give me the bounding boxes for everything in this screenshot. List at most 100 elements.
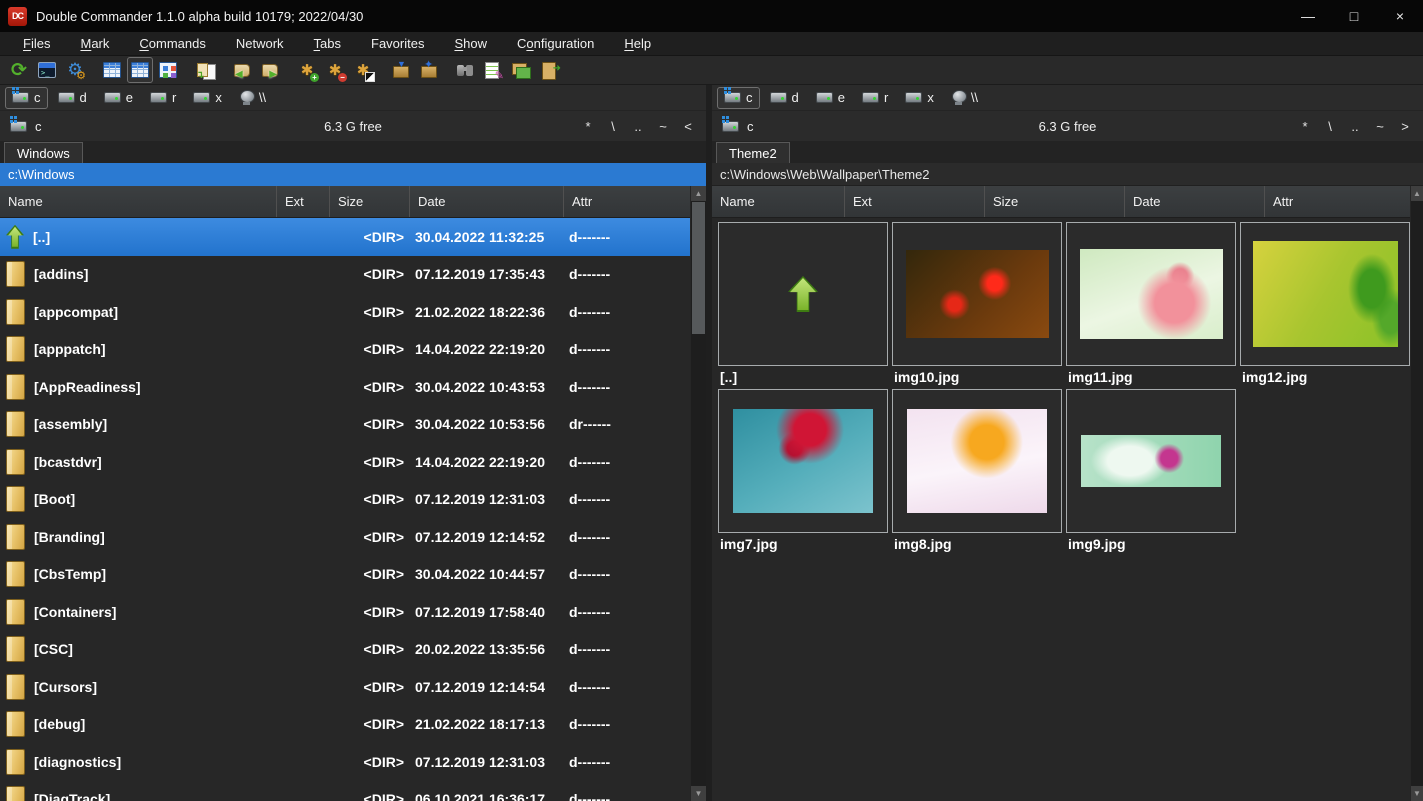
scrollbar-thumb[interactable] [692, 202, 705, 334]
toolbar-columns-view-button[interactable] [127, 57, 153, 83]
left-drive-d-button[interactable]: d [51, 87, 94, 109]
toolbar-multi-rename-button[interactable] [480, 57, 506, 83]
right-current-drive[interactable]: c [722, 119, 754, 134]
toolbar-search-button[interactable] [452, 57, 478, 83]
column-header-attr[interactable]: Attr [1265, 186, 1410, 217]
nav-swap-button[interactable]: < [682, 119, 694, 134]
toolbar-flat-view-button[interactable] [192, 57, 218, 83]
image-tile[interactable] [892, 222, 1062, 366]
toolbar-terminal-button[interactable] [34, 57, 60, 83]
menu-item-help[interactable]: Help [609, 32, 666, 55]
toolbar-pack-button[interactable] [387, 57, 413, 83]
file-row[interactable]: [apppatch]<DIR>14.04.2022 22:19:20d-----… [0, 331, 690, 369]
file-row[interactable]: [bcastdvr]<DIR>14.04.2022 22:19:20d-----… [0, 443, 690, 481]
toolbar-thumbnails-view-button[interactable] [155, 57, 181, 83]
menu-item-mark[interactable]: Mark [65, 32, 124, 55]
scroll-down-icon[interactable]: ▼ [691, 786, 706, 801]
nav-home-button[interactable]: ~ [1374, 119, 1386, 134]
image-tile[interactable] [718, 389, 888, 533]
scroll-down-icon[interactable]: ▼ [1411, 786, 1423, 801]
file-row[interactable]: [diagnostics]<DIR>07.12.2019 12:31:03d--… [0, 743, 690, 781]
file-row[interactable]: [CSC]<DIR>20.02.2022 13:35:56d------- [0, 631, 690, 669]
right-pathbar[interactable]: c:\Windows\Web\Wallpaper\Theme2 [712, 163, 1423, 186]
toolbar-refresh-button[interactable] [6, 57, 32, 83]
right-drive-e-button[interactable]: e [809, 87, 852, 109]
maximize-button[interactable]: □ [1331, 0, 1377, 32]
file-row[interactable]: [debug]<DIR>21.02.2022 18:17:13d------- [0, 706, 690, 744]
column-header-size[interactable]: Size [985, 186, 1125, 217]
file-row[interactable]: [Containers]<DIR>07.12.2019 17:58:40d---… [0, 593, 690, 631]
column-header-ext[interactable]: Ext [277, 186, 330, 217]
left-current-drive[interactable]: c [10, 119, 42, 134]
nav-swap-button[interactable]: > [1399, 119, 1411, 134]
nav-parent-button[interactable]: .. [632, 119, 644, 134]
menu-item-commands[interactable]: Commands [124, 32, 220, 55]
menu-item-network[interactable]: Network [221, 32, 299, 55]
left-tab[interactable]: Windows [4, 142, 83, 163]
left-drive-r-button[interactable]: r [143, 87, 183, 109]
left-pathbar[interactable]: c:\Windows [0, 163, 706, 186]
toolbar-invert-selection-button[interactable] [350, 57, 376, 83]
file-row[interactable]: [Boot]<DIR>07.12.2019 12:31:03d------- [0, 481, 690, 519]
toolbar-compare-button[interactable] [536, 57, 562, 83]
nav-root-button[interactable]: * [582, 119, 594, 134]
image-tile[interactable] [892, 389, 1062, 533]
right-drive-network-button[interactable]: \\ [944, 87, 985, 109]
toolbar-brief-view-button[interactable] [99, 57, 125, 83]
file-row[interactable]: [assembly]<DIR>30.04.2022 10:53:56dr----… [0, 406, 690, 444]
file-row[interactable]: [DiagTrack]<DIR>06.10.2021 16:36:17d----… [0, 781, 690, 801]
nav-root-button[interactable]: * [1299, 119, 1311, 134]
image-tile[interactable] [1240, 222, 1410, 366]
column-header-name[interactable]: Name [0, 186, 277, 217]
image-tile[interactable] [1066, 389, 1236, 533]
file-row[interactable]: [CbsTemp]<DIR>30.04.2022 10:44:57d------… [0, 556, 690, 594]
image-tile[interactable] [1066, 222, 1236, 366]
toolbar-history-back-button[interactable] [229, 57, 255, 83]
left-scrollbar[interactable]: ▲ ▼ [690, 186, 706, 801]
menu-item-tabs[interactable]: Tabs [299, 32, 356, 55]
close-button[interactable]: × [1377, 0, 1423, 32]
file-row[interactable]: [Branding]<DIR>07.12.2019 12:14:52d-----… [0, 518, 690, 556]
up-directory-tile[interactable] [718, 222, 888, 366]
menu-item-configuration[interactable]: Configuration [502, 32, 609, 55]
nav-parent-button[interactable]: .. [1349, 119, 1361, 134]
column-header-ext[interactable]: Ext [845, 186, 985, 217]
toolbar-history-forward-button[interactable] [257, 57, 283, 83]
column-header-attr[interactable]: Attr [564, 186, 690, 217]
right-drive-x-button[interactable]: x [898, 87, 941, 109]
file-row[interactable]: [addins]<DIR>07.12.2019 17:35:43d------- [0, 256, 690, 294]
menu-item-favorites[interactable]: Favorites [356, 32, 439, 55]
toolbar-options-button[interactable] [62, 57, 88, 83]
file-row[interactable]: [Cursors]<DIR>07.12.2019 12:14:54d------… [0, 668, 690, 706]
left-drive-e-button[interactable]: e [97, 87, 140, 109]
nav-backslash-button[interactable]: \ [1324, 119, 1336, 134]
right-drive-d-button[interactable]: d [763, 87, 806, 109]
left-drive-network-button[interactable]: \\ [232, 87, 273, 109]
left-drive-x-button[interactable]: x [186, 87, 229, 109]
right-tab[interactable]: Theme2 [716, 142, 790, 163]
column-header-size[interactable]: Size [330, 186, 410, 217]
file-row[interactable]: [..]<DIR>30.04.2022 11:32:25d------- [0, 218, 690, 256]
file-row[interactable]: [AppReadiness]<DIR>30.04.2022 10:43:53d-… [0, 368, 690, 406]
right-scrollbar[interactable]: ▲ ▼ [1410, 186, 1423, 801]
brief-view-icon [101, 59, 123, 81]
file-ext-cell [277, 406, 330, 444]
toolbar-unselect-group-button[interactable] [322, 57, 348, 83]
toolbar-sync-dirs-button[interactable] [508, 57, 534, 83]
nav-home-button[interactable]: ~ [657, 119, 669, 134]
toolbar-select-group-button[interactable] [294, 57, 320, 83]
left-drive-c-button[interactable]: c [5, 87, 48, 109]
right-drive-c-button[interactable]: c [717, 87, 760, 109]
menu-item-show[interactable]: Show [439, 32, 502, 55]
toolbar-extract-button[interactable] [415, 57, 441, 83]
menu-item-files[interactable]: Files [8, 32, 65, 55]
column-header-date[interactable]: Date [1125, 186, 1265, 217]
minimize-button[interactable]: — [1285, 0, 1331, 32]
column-header-name[interactable]: Name [712, 186, 845, 217]
column-header-date[interactable]: Date [410, 186, 564, 217]
file-row[interactable]: [appcompat]<DIR>21.02.2022 18:22:36d----… [0, 293, 690, 331]
nav-backslash-button[interactable]: \ [607, 119, 619, 134]
scroll-up-icon[interactable]: ▲ [691, 186, 706, 201]
right-drive-r-button[interactable]: r [855, 87, 895, 109]
scroll-up-icon[interactable]: ▲ [1411, 186, 1423, 201]
